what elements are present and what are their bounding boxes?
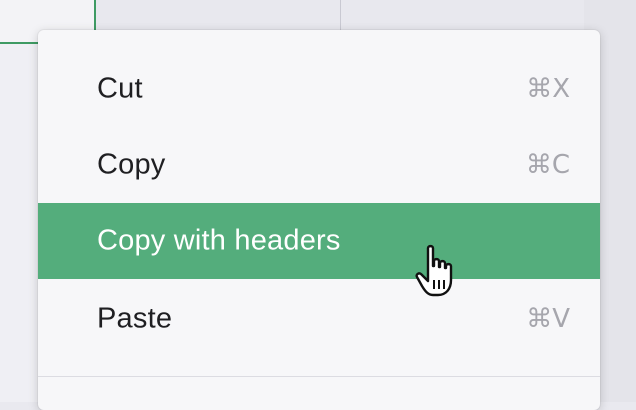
menu-item-label: Copy with headers	[97, 224, 341, 257]
menu-separator	[38, 376, 600, 377]
menu-item-shortcut: ⌘C	[525, 150, 570, 180]
menu-item-copy[interactable]: Copy ⌘C	[38, 127, 600, 203]
menu-item-label: Copy	[97, 148, 166, 181]
menu-item-label: Cut	[97, 72, 143, 105]
menu-item-shortcut: ⌘X	[526, 74, 570, 104]
menu-item-shortcut: ⌘V	[526, 304, 570, 334]
menu-item-paste[interactable]: Paste ⌘V	[38, 281, 600, 357]
column-divider	[340, 0, 341, 30]
hand-pointer-icon	[414, 244, 464, 300]
menu-item-label: Paste	[97, 302, 173, 335]
menu-item-cut[interactable]: Cut ⌘X	[38, 51, 600, 127]
context-menu: Cut ⌘X Copy ⌘C Copy with headers Paste ⌘…	[38, 30, 600, 410]
menu-item-copy-with-headers[interactable]: Copy with headers	[38, 203, 600, 279]
